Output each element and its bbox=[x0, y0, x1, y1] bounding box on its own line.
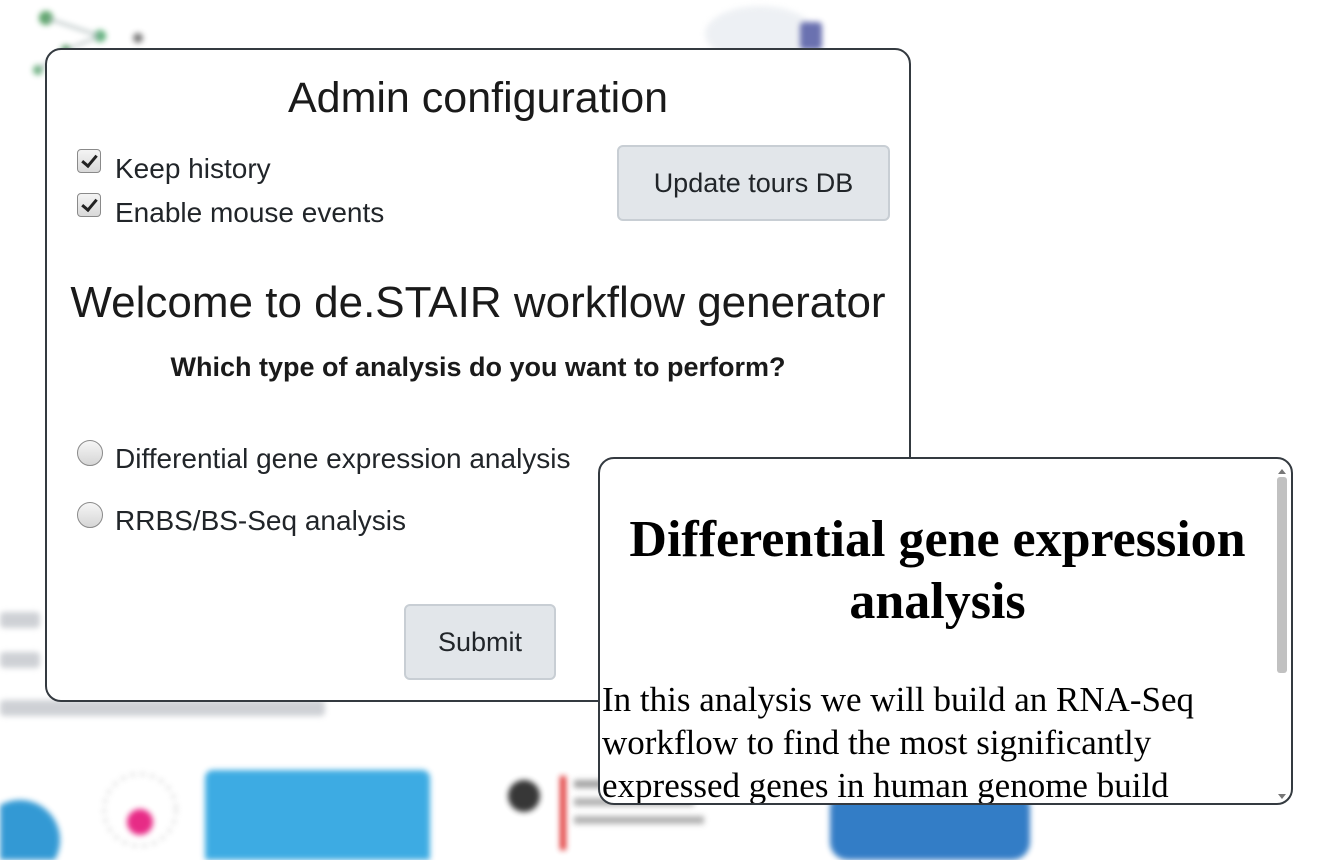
analysis-description-popup[interactable]: Differential gene expression analysis In… bbox=[598, 457, 1293, 805]
keep-history-checkbox-row[interactable]: Keep history bbox=[77, 149, 271, 185]
mouse-events-checkbox[interactable] bbox=[77, 193, 101, 217]
submit-button[interactable]: Submit bbox=[404, 604, 556, 680]
welcome-title: Welcome to de.STAIR workflow generator bbox=[70, 278, 886, 327]
description-scrollbar[interactable] bbox=[1275, 469, 1289, 799]
scrollbar-thumb[interactable] bbox=[1277, 477, 1287, 673]
analysis-option-rrbs[interactable]: RRBS/BS-Seq analysis bbox=[77, 502, 407, 537]
background-text-line bbox=[0, 612, 40, 628]
update-tours-db-button[interactable]: Update tours DB bbox=[617, 145, 890, 221]
dge-radio[interactable] bbox=[77, 440, 103, 466]
description-content: Differential gene expression analysis In… bbox=[602, 459, 1273, 803]
background-denbi-logo bbox=[0, 770, 430, 860]
keep-history-checkbox[interactable] bbox=[77, 149, 101, 173]
scroll-down-arrow-icon[interactable] bbox=[1278, 794, 1286, 799]
analysis-option-dge[interactable]: Differential gene expression analysis bbox=[77, 440, 571, 475]
keep-history-label: Keep history bbox=[115, 153, 271, 184]
description-body: In this analysis we will build an RNA-Se… bbox=[602, 680, 1195, 805]
rrbs-radio-label: RRBS/BS-Seq analysis bbox=[115, 505, 407, 536]
background-text-line bbox=[0, 700, 325, 716]
rrbs-radio[interactable] bbox=[77, 502, 103, 528]
background-text-line bbox=[0, 652, 40, 668]
admin-configuration-title: Admin configuration bbox=[287, 74, 669, 122]
dge-radio-label: Differential gene expression analysis bbox=[115, 443, 571, 474]
analysis-question: Which type of analysis do you want to pe… bbox=[170, 352, 786, 382]
description-title: Differential gene expression analysis bbox=[629, 511, 1246, 630]
scroll-up-arrow-icon[interactable] bbox=[1278, 469, 1286, 474]
mouse-events-label: Enable mouse events bbox=[115, 197, 385, 228]
mouse-events-checkbox-row[interactable]: Enable mouse events bbox=[77, 193, 385, 229]
